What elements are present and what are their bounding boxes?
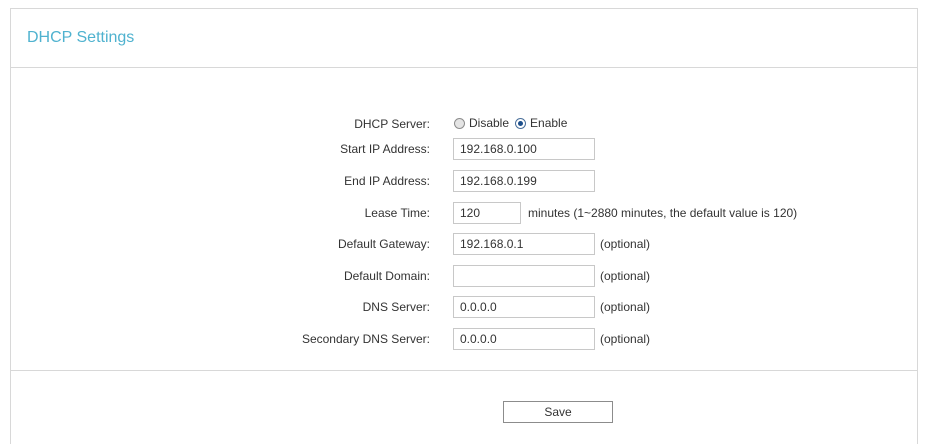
- dhcp-disable-radio[interactable]: [454, 117, 465, 129]
- dns-server-row: DNS Server: (optional): [11, 296, 917, 318]
- dns-server-note: (optional): [600, 300, 651, 314]
- start-ip-row: Start IP Address:: [11, 138, 917, 160]
- page-title: DHCP Settings: [27, 29, 135, 46]
- dhcp-settings-panel: DHCP Settings DHCP Server: Disable Enabl…: [10, 8, 918, 444]
- end-ip-row: End IP Address:: [11, 170, 917, 192]
- end-ip-input[interactable]: [453, 170, 595, 192]
- default-domain-note: (optional): [600, 269, 651, 283]
- lease-time-label: Lease Time:: [364, 206, 430, 220]
- default-domain-row: Default Domain: (optional): [11, 265, 917, 287]
- save-button[interactable]: Save: [503, 401, 613, 423]
- secondary-dns-label: Secondary DNS Server:: [301, 332, 430, 346]
- secondary-dns-input[interactable]: [453, 328, 595, 350]
- dns-server-label: DNS Server:: [362, 300, 430, 314]
- lease-time-input[interactable]: [453, 202, 521, 224]
- dhcp-enable-radio[interactable]: [515, 117, 527, 129]
- default-domain-input[interactable]: [453, 265, 595, 287]
- start-ip-label: Start IP Address:: [340, 142, 430, 156]
- dhcp-disable-label[interactable]: Disable: [469, 116, 509, 130]
- dhcp-enable-label[interactable]: Enable: [530, 116, 567, 130]
- secondary-dns-note: (optional): [600, 332, 651, 346]
- lease-time-row: Lease Time: minutes (1~2880 minutes, the…: [11, 202, 917, 224]
- title-divider: [11, 67, 917, 68]
- end-ip-label: End IP Address:: [344, 174, 430, 188]
- start-ip-input[interactable]: [453, 138, 595, 160]
- dhcp-server-label: DHCP Server:: [354, 117, 430, 131]
- default-domain-label: Default Domain:: [343, 269, 430, 283]
- dhcp-server-radio-group: Disable Enable: [454, 116, 573, 130]
- default-gateway-note: (optional): [600, 237, 651, 251]
- default-gateway-label: Default Gateway:: [337, 237, 430, 251]
- dhcp-server-row: DHCP Server: Disable Enable: [11, 113, 917, 135]
- dns-server-input[interactable]: [453, 296, 595, 318]
- secondary-dns-row: Secondary DNS Server: (optional): [11, 328, 917, 350]
- lease-time-note: minutes (1~2880 minutes, the default val…: [528, 206, 798, 220]
- default-gateway-row: Default Gateway: (optional): [11, 233, 917, 255]
- footer-divider: [11, 370, 917, 371]
- default-gateway-input[interactable]: [453, 233, 595, 255]
